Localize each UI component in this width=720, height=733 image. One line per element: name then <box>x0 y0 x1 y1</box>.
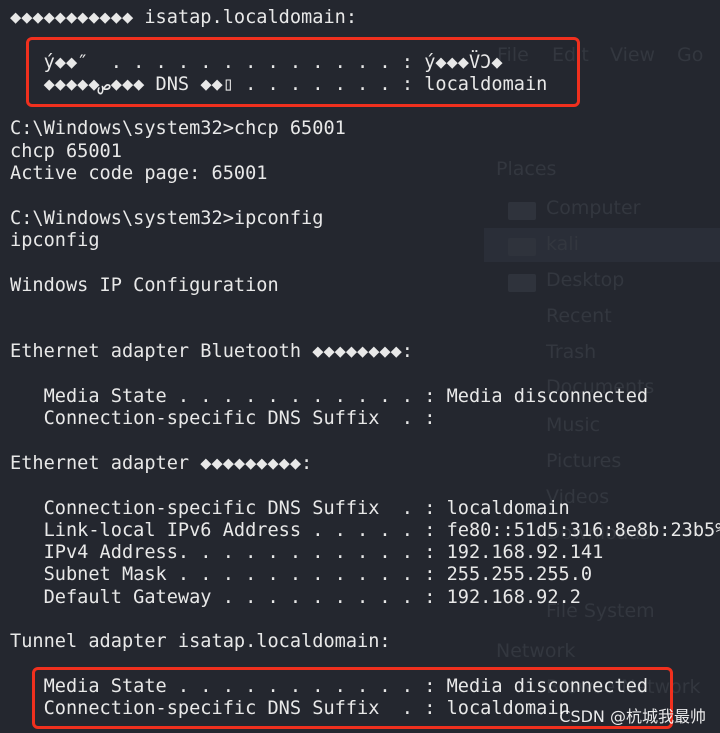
terminal-line: Link-local IPv6 Address . . . . . : fe80… <box>10 519 720 541</box>
terminal-line: C:\Windows\system32>ipconfig <box>10 207 324 229</box>
terminal-line: Ethernet adapter Bluetooth ◆◆◆◆◆◆◆◆: <box>10 341 413 363</box>
terminal-line: Subnet Mask . . . . . . . . . . . : 255.… <box>10 564 593 586</box>
terminal-line: Active code page: 65001 <box>10 163 268 185</box>
terminal-line: chcp 65001 <box>10 140 122 162</box>
watermark: CSDN @杭城我最帅 <box>559 707 706 726</box>
terminal-line: Windows IP Configuration <box>10 274 279 296</box>
terminal-line: ipconfig <box>10 229 100 251</box>
terminal-line: Ethernet adapter ◆◆◆◆◆◆◆◆◆: <box>10 452 313 474</box>
terminal-line: IPv4 Address. . . . . . . . . . . : 192.… <box>10 542 604 564</box>
terminal-line: Connection-specific DNS Suffix . : local… <box>10 497 570 519</box>
terminal-line: Default Gateway . . . . . . . . . : 192.… <box>10 586 581 608</box>
highlight-box-top <box>26 37 580 107</box>
terminal-line: Connection-specific DNS Suffix . : <box>10 408 436 430</box>
terminal-line: ◆◆◆◆◆◆◆◆◆◆◆ isatap.localdomain: <box>10 7 358 28</box>
terminal-line: Media State . . . . . . . . . . . : Medi… <box>10 386 649 408</box>
terminal-output: ◆◆◆◆◆◆◆◆◆◆◆ isatap.localdomain: ý◆◆″ . .… <box>10 7 720 721</box>
terminal-line: Tunnel adapter isatap.localdomain: <box>10 631 391 653</box>
terminal-line: C:\Windows\system32>chcp 65001 <box>10 118 346 140</box>
